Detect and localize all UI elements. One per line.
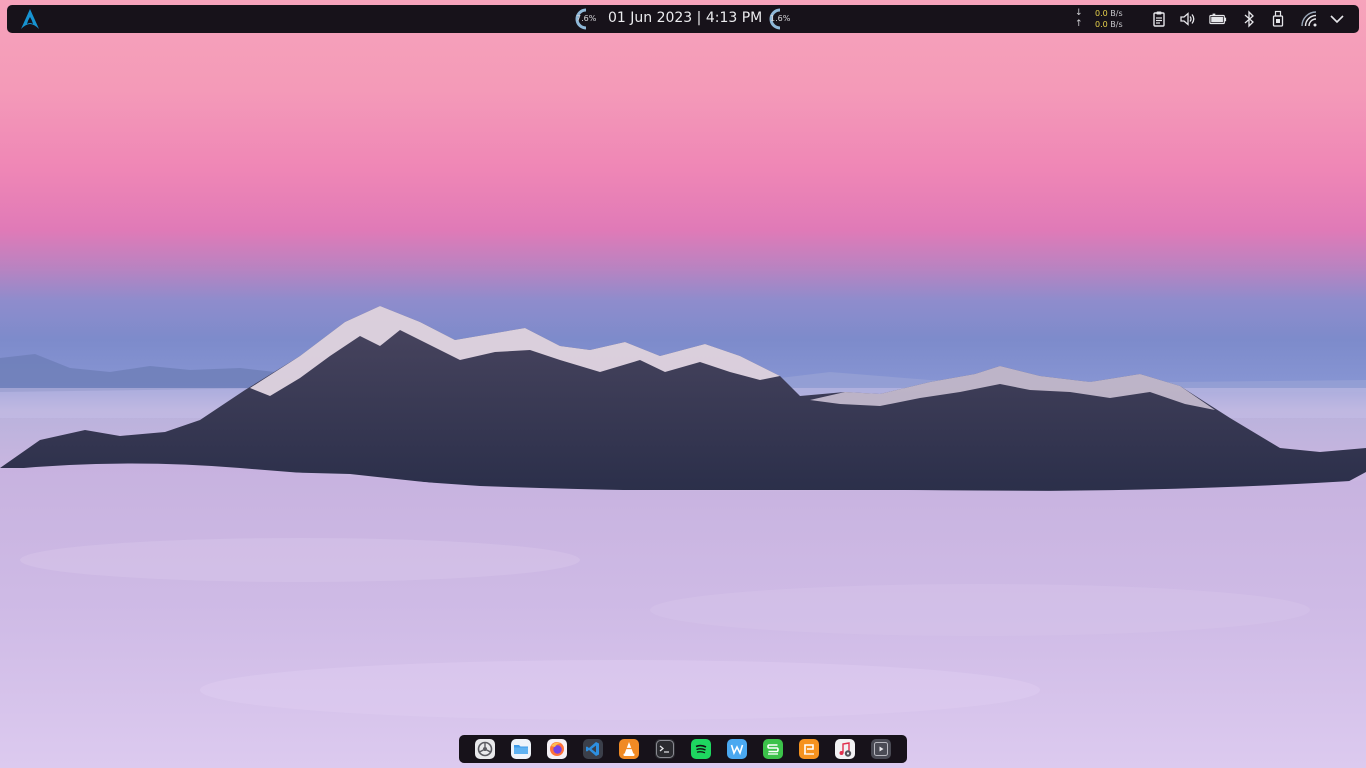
app-dock <box>459 735 907 763</box>
wifi-icon[interactable] <box>1300 10 1318 28</box>
dock-terminal-icon[interactable] <box>655 739 675 759</box>
volume-icon[interactable] <box>1179 10 1197 28</box>
panel-center-group: 7.6% 01 Jun 2023 | 4:13 PM 1.6% <box>567 5 807 33</box>
battery-icon[interactable] <box>1209 10 1227 28</box>
dock-wps-spreadsheets-icon[interactable] <box>763 739 783 759</box>
dock-file-manager-icon[interactable] <box>511 739 531 759</box>
desktop-wallpaper <box>0 306 1366 768</box>
clock-date-time[interactable]: 01 Jun 2023 | 4:13 PM <box>608 10 762 26</box>
upload-arrow-icon: ↑ <box>1075 19 1083 29</box>
dock-firefox-icon[interactable] <box>547 739 567 759</box>
upload-unit: B/s <box>1110 20 1123 29</box>
clipboard-icon[interactable] <box>1150 10 1168 28</box>
upload-rate: 0.0 B/s <box>1095 20 1123 29</box>
memory-usage-text: 1.6% <box>770 14 791 23</box>
arch-linux-menu-icon[interactable] <box>19 8 41 30</box>
dock-spotify-icon[interactable] <box>691 739 711 759</box>
network-speed-monitor[interactable]: ↓ 0.0 B/s ↑ 0.0 B/s <box>1075 8 1131 32</box>
bluetooth-icon[interactable] <box>1240 10 1258 28</box>
download-rate: 0.0 B/s <box>1095 9 1123 18</box>
dock-music-player-icon[interactable] <box>835 739 855 759</box>
usb-drive-icon[interactable] <box>1269 10 1287 28</box>
cpu-usage-gauge[interactable]: 7.6% <box>573 8 599 30</box>
upload-value: 0.0 <box>1095 20 1108 29</box>
dock-settings-icon[interactable] <box>475 739 495 759</box>
chevron-down-icon[interactable] <box>1328 10 1346 28</box>
download-value: 0.0 <box>1095 9 1108 18</box>
dock-vlc-icon[interactable] <box>619 739 639 759</box>
dock-wps-writer-icon[interactable] <box>727 739 747 759</box>
download-unit: B/s <box>1110 9 1123 18</box>
dock-vscode-icon[interactable] <box>583 739 603 759</box>
dock-video-player-icon[interactable] <box>871 739 891 759</box>
dock-wps-presentation-icon[interactable] <box>799 739 819 759</box>
cpu-usage-text: 7.6% <box>576 14 597 23</box>
memory-usage-gauge[interactable]: 1.6% <box>767 8 793 30</box>
download-arrow-icon: ↓ <box>1075 8 1083 18</box>
top-panel: 7.6% 01 Jun 2023 | 4:13 PM 1.6% ↓ 0.0 B/… <box>7 5 1359 33</box>
